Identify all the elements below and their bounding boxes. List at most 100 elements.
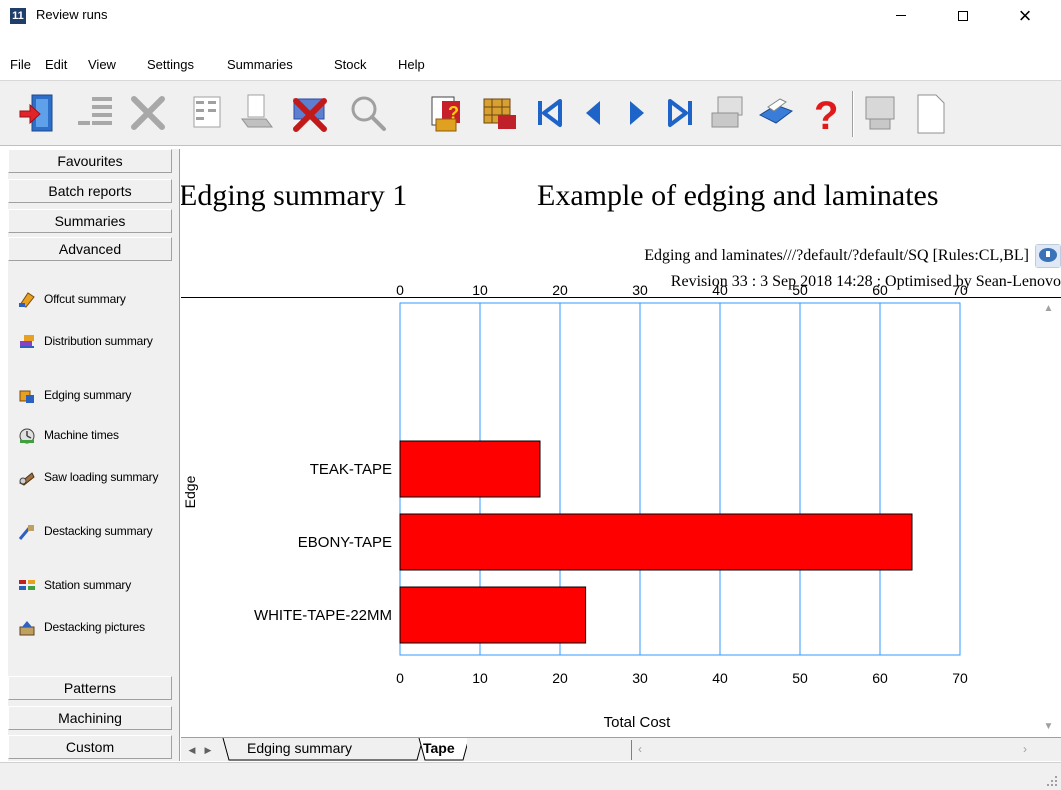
resize-grip-icon[interactable] [1047,776,1057,786]
sidebar-item-label: Distribution summary [44,334,153,348]
x-tick-label-top: 50 [792,282,808,298]
toolbar: ? ? [0,80,1061,146]
delete-icon[interactable] [128,89,168,137]
last-icon[interactable] [660,89,700,137]
menu-edit[interactable]: Edit [45,57,67,72]
category-label: EBONY-TAPE [298,534,392,551]
vertical-scrollbar[interactable]: ▲ ▼ [1040,300,1057,737]
sidebar-item-label: Destacking summary [44,524,153,538]
menu-bar: File Edit View Settings Summaries Stock … [0,54,1061,78]
menu-stock[interactable]: Stock [334,57,367,72]
grid-print-icon[interactable] [708,89,748,137]
edging-icon [19,390,34,403]
x-tick-label-bottom: 40 [712,670,728,686]
machine-icon [19,428,35,444]
sidebar-item-label: Station summary [44,578,132,592]
sidebar-tab-patterns[interactable]: Patterns [8,676,172,700]
bar [399,513,913,571]
svg-text:?: ? [814,94,838,137]
tab-scroll-left-icon[interactable]: ◀ [185,742,199,758]
x-tick-label-top: 30 [632,282,648,298]
report-help-icon[interactable]: ? [428,89,468,137]
destacking-icon [18,525,34,540]
x-tick-label-top: 20 [552,282,568,298]
chart-categories: TEAK-TAPE EBONY-TAPE WHITE-TAPE-22MM [254,461,392,624]
preview-icon[interactable] [860,89,900,137]
help-icon[interactable]: ? [804,89,844,137]
report-view: Edging summary 1 Example of edging and l… [181,149,1061,737]
offcut-icon [19,292,35,308]
sidebar-item-label: Offcut summary [44,292,126,306]
saw-icon [19,472,35,486]
menu-help[interactable]: Help [398,57,425,72]
exit-icon[interactable] [18,89,58,137]
x-axis-label: Total Cost [604,714,672,731]
category-label: WHITE-TAPE-22MM [254,607,392,624]
destacking-pictures-icon [19,621,35,636]
previous-icon[interactable] [574,89,614,137]
sheet-tab-bar: ◀ ▶ Edging summary Tape ‹ › [181,737,1061,761]
x-tick-label-top: 10 [472,282,488,298]
chart-ticks-top: 0 10 20 30 40 50 60 70 [396,282,968,298]
stock-icon[interactable] [480,89,520,137]
menu-file[interactable]: File [10,57,31,72]
scroll-down-icon[interactable]: ▼ [1040,718,1057,735]
sidebar-item-label: Saw loading summary [44,470,159,484]
toolbar-separator [852,91,853,137]
station-icon [19,580,35,590]
menu-settings[interactable]: Settings [147,57,194,72]
sidebar-tab-advanced[interactable]: Advanced [8,237,172,261]
scroll-up-icon[interactable]: ▲ [1040,300,1057,317]
x-tick-label-bottom: 0 [396,670,404,686]
x-tick-label-bottom: 30 [632,670,648,686]
bar [399,440,541,498]
sidebar-tab-custom[interactable]: Custom [8,735,172,759]
x-tick-label-bottom: 60 [872,670,888,686]
sidebar-tab-summaries[interactable]: Summaries [8,209,172,233]
maximize-icon [958,10,968,21]
chart-bars [399,440,913,644]
maximize-button[interactable] [940,0,986,32]
minimize-button[interactable] [878,0,924,32]
sidebar-tab-batch-reports[interactable]: Batch reports [8,179,172,203]
tab-edging-summary[interactable]: Edging summary [241,738,358,760]
sort-icon[interactable] [236,89,276,137]
sidebar-tab-machining[interactable]: Machining [8,706,172,730]
status-bar [0,762,1061,790]
edging-chart: 0 10 20 30 40 50 60 70 0 10 20 30 40 50 60 70 TEAK-TAP… [182,282,968,731]
x-tick-label-bottom: 20 [552,670,568,686]
cancel-run-icon[interactable] [290,89,330,137]
search-icon[interactable] [348,89,388,137]
sidebar-item-label: Machine times [44,428,119,442]
menu-view[interactable]: View [88,57,116,72]
x-tick-label-top: 70 [952,282,968,298]
x-tick-label-bottom: 70 [952,670,968,686]
horizontal-scrollbar[interactable]: ‹ › [631,740,1041,760]
list-icon[interactable] [76,89,116,137]
tab-scroll-right-icon[interactable]: ▶ [201,742,215,758]
title-bar: 11 Review runs × [0,0,1061,32]
scroll-right-icon[interactable]: › [1023,742,1027,756]
bar [399,586,587,644]
distribution-icon [20,335,34,348]
print-icon[interactable] [756,89,796,137]
next-icon[interactable] [616,89,656,137]
sidebar-item-label: Edging summary [44,388,132,402]
close-icon: × [1018,3,1032,28]
sidebar-item-label: Destacking pictures [44,620,145,634]
minimize-icon [896,15,906,17]
columns-icon[interactable] [186,89,226,137]
close-button[interactable]: × [1002,0,1048,32]
chart-ticks-bottom: 0 10 20 30 40 50 60 70 [396,670,968,686]
sidebar-tab-favourites[interactable]: Favourites [8,149,172,173]
x-tick-label-top: 0 [396,282,404,298]
category-label: TEAK-TAPE [310,461,392,478]
sidebar: Favourites Batch reports Summaries Advan… [8,149,180,761]
first-icon[interactable] [530,89,570,137]
scroll-left-icon[interactable]: ‹ [638,742,642,756]
x-tick-label-bottom: 10 [472,670,488,686]
window-title: Review runs [36,7,108,22]
tab-tape[interactable]: Tape [417,738,461,760]
menu-summaries[interactable]: Summaries [227,57,293,72]
page-icon[interactable] [910,89,950,137]
